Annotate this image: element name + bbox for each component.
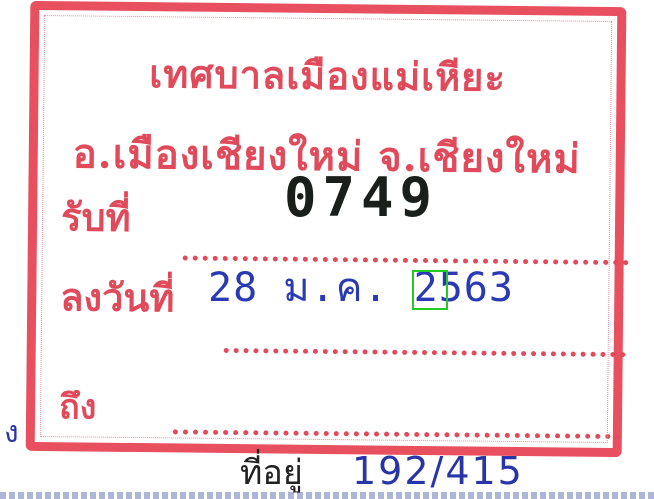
to-dotted-line: [172, 429, 621, 440]
stamp-org-name: เทศบาลเมืองแม่เหียะ: [149, 51, 507, 100]
stamp-label-date: ลงวันที่: [60, 274, 175, 321]
received-no-dotted-line: [182, 255, 629, 266]
left-handwriting: ง: [4, 415, 19, 450]
received-date: 28 ม.ค. 2563: [208, 265, 514, 311]
address-label: ที่อยู่: [240, 453, 303, 493]
received-number: 0749: [284, 166, 439, 229]
bottom-dotted-edge: [0, 492, 654, 499]
stamp-label-received-no: รับที่: [60, 194, 131, 240]
address-value: 192/415: [352, 449, 524, 493]
stamp-label-to: ถึง: [58, 387, 97, 428]
date-dotted-line: [223, 347, 626, 358]
highlight-box: [412, 270, 448, 310]
